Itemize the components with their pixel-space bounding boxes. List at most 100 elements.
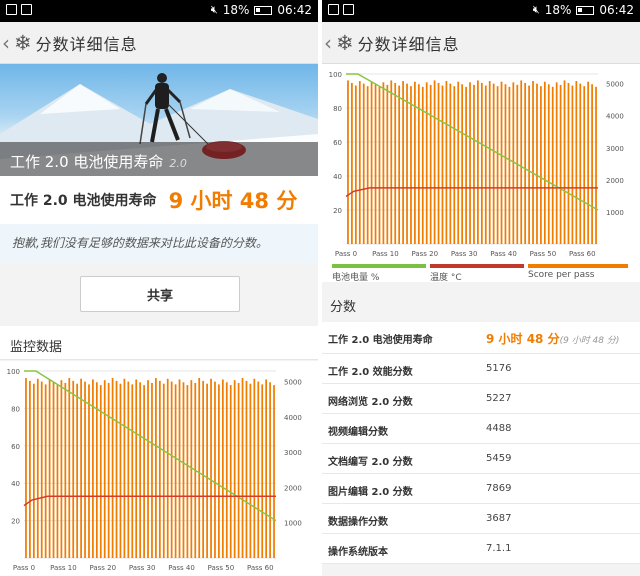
y-left-tick-label: 40 xyxy=(333,173,342,181)
battery-icon xyxy=(576,5,595,15)
score-heading: 分数 xyxy=(322,284,640,322)
x-tick-label: Pass 60 xyxy=(247,564,274,572)
score-bar xyxy=(382,82,385,244)
score-bar xyxy=(536,83,538,244)
score-bar xyxy=(457,81,460,244)
score-bar xyxy=(445,81,448,244)
score-bar xyxy=(351,82,353,244)
score-bar xyxy=(429,84,432,244)
score-bar xyxy=(174,384,177,558)
back-icon[interactable]: ‹ xyxy=(324,22,334,64)
row-value: 7.1.1 xyxy=(486,543,512,554)
battery-life-sub: (9 小时 48 分) xyxy=(559,336,620,346)
score-bar xyxy=(147,380,149,558)
hero-image: 工作 2.0 电池使用寿命 2.0 xyxy=(0,64,318,176)
hero-caption-version: 2.0 xyxy=(169,157,187,170)
score-bar xyxy=(532,81,534,244)
row-value: 9 小时 48 分(9 小时 48 分) xyxy=(486,330,619,347)
right-screen: 🔇︎ 18% 06:42 ‹ ❄ 分数详细信息 100 80 60 40 20 5000 4… xyxy=(322,0,640,576)
row-value: 4488 xyxy=(486,423,512,434)
score-bar xyxy=(394,82,397,244)
score-bar xyxy=(206,383,208,558)
score-bar xyxy=(60,380,63,558)
y-left-tick-label: 20 xyxy=(333,207,342,215)
back-icon[interactable]: ‹ xyxy=(2,22,12,64)
score-bar xyxy=(358,81,361,244)
score-bar xyxy=(362,83,365,244)
score-bar xyxy=(80,378,82,558)
snowflake-icon: ❄ xyxy=(14,30,32,55)
score-bar xyxy=(390,80,393,244)
score-bar xyxy=(143,385,145,558)
score-bar xyxy=(261,384,264,558)
row-label: 数据操作分数 xyxy=(328,517,388,528)
table-row: 工作 2.0 电池使用寿命 9 小时 48 分(9 小时 48 分) xyxy=(322,322,640,354)
result-label: 工作 2.0 电池使用寿命 xyxy=(10,193,157,209)
x-tick-label: Pass 10 xyxy=(372,250,399,258)
row-label: 图片编辑 2.0 分数 xyxy=(328,487,413,498)
mute-icon: 🔇︎ xyxy=(210,3,218,16)
score-bar xyxy=(44,384,47,558)
monitor-chart: 100 80 60 40 20 5000 4000 3000 2000 1000 Pass 0 Pas… xyxy=(329,71,624,258)
y-left-tick-label: 60 xyxy=(11,443,20,451)
score-bar xyxy=(441,85,444,244)
score-bar xyxy=(469,82,471,244)
score-table: 工作 2.0 电池使用寿命 9 小时 48 分(9 小时 48 分) 工作 2.… xyxy=(322,322,640,564)
y-right-tick-label: 4000 xyxy=(284,414,302,422)
y-right-tick-label: 1000 xyxy=(606,209,624,217)
result-row: 工作 2.0 电池使用寿命 9 小时 48 分 xyxy=(0,176,318,224)
score-bar xyxy=(135,379,138,558)
table-row: 操作系统版本 7.1.1 xyxy=(322,534,640,564)
share-button[interactable]: 共享 xyxy=(80,276,240,312)
score-bar xyxy=(107,382,110,558)
score-bar xyxy=(115,380,118,558)
score-bar xyxy=(571,85,574,244)
table-row: 文档编写 2.0 分数 5459 xyxy=(322,444,640,474)
legend-swatch xyxy=(430,264,524,268)
y-left-tick-label: 60 xyxy=(333,139,342,147)
score-bar xyxy=(218,384,220,558)
legend-temperature: 温度 °C xyxy=(430,264,524,283)
score-bar xyxy=(76,383,79,558)
battery-percent: 18% xyxy=(544,3,572,17)
score-bar xyxy=(496,86,499,244)
score-bar xyxy=(233,380,236,558)
score-bar xyxy=(158,380,161,558)
score-bar xyxy=(410,86,412,244)
x-tick-label: Pass 0 xyxy=(13,564,35,572)
table-row: 网络浏览 2.0 分数 5227 xyxy=(322,384,640,414)
score-bar xyxy=(354,85,357,244)
score-bar xyxy=(52,382,55,558)
score-bar xyxy=(151,382,153,558)
score-bar xyxy=(504,84,507,244)
x-tick-label: Pass 30 xyxy=(451,250,478,258)
share-area: 共享 xyxy=(0,264,318,324)
score-bar xyxy=(374,84,377,244)
x-tick-label: Pass 50 xyxy=(530,250,557,258)
monitor-heading: 监控数据 xyxy=(0,326,318,360)
score-bar xyxy=(555,82,558,244)
status-bar: 🔇︎ 18% 06:42 xyxy=(0,0,318,22)
score-bar xyxy=(119,383,122,558)
score-bar xyxy=(528,85,530,244)
monitor-chart-panel: 100 80 60 40 20 5000 4000 3000 2000 1000 Pass 0 Pas… xyxy=(322,64,640,262)
score-bar xyxy=(131,384,134,558)
score-bar xyxy=(587,81,590,244)
score-bar xyxy=(465,86,467,244)
y-left-tick-label: 100 xyxy=(329,71,342,79)
score-bar xyxy=(103,380,106,558)
snowflake-icon: ❄ xyxy=(336,30,354,55)
score-bar xyxy=(508,86,511,244)
y-left-tick-label: 80 xyxy=(11,405,20,413)
row-label: 网络浏览 2.0 分数 xyxy=(328,397,413,408)
score-bar xyxy=(273,385,275,558)
score-bar xyxy=(579,83,582,244)
score-bar xyxy=(229,385,232,558)
score-bar xyxy=(366,86,369,244)
score-bar xyxy=(155,378,157,558)
score-bar xyxy=(225,382,228,558)
score-bar xyxy=(406,83,408,244)
status-bar: 🔇︎ 18% 06:42 xyxy=(322,0,640,22)
score-bar xyxy=(202,380,205,558)
app-bar: ‹ ❄ 分数详细信息 xyxy=(322,22,640,64)
